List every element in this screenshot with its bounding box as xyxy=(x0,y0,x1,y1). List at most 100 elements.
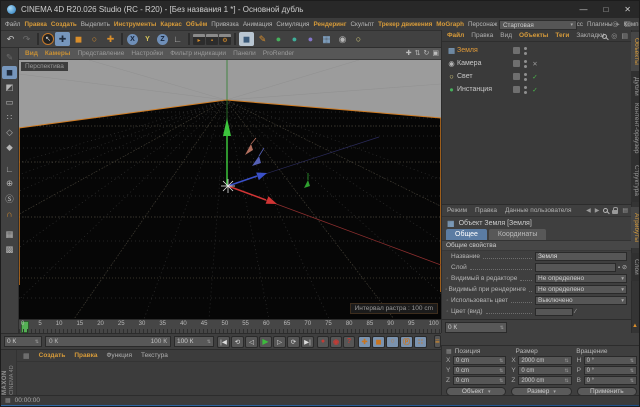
layer-field[interactable] xyxy=(535,263,616,272)
panel-resize-icon[interactable]: ▲ xyxy=(632,323,638,329)
maximize-view-icon[interactable]: ▣ xyxy=(432,49,439,57)
timeline-panel-button[interactable]: ≡ xyxy=(434,335,441,348)
enabled-badge[interactable]: ✕ xyxy=(531,60,539,68)
object-manager-menu-item[interactable]: Файл xyxy=(447,32,464,39)
generators-icon[interactable]: ● xyxy=(271,32,286,46)
vtab-objects[interactable]: Объекты xyxy=(631,32,640,71)
section-header[interactable]: Общие свойства xyxy=(442,241,631,251)
render-region-icon[interactable]: ▪ xyxy=(206,34,218,45)
materials-menu-item[interactable]: Создать xyxy=(39,352,66,359)
color-slider-icon[interactable]: ∕ xyxy=(575,309,576,315)
key-scale-toggle[interactable]: ◼ xyxy=(372,336,385,348)
history-back-icon[interactable]: ◀ xyxy=(586,207,591,214)
menu-item[interactable]: Создать xyxy=(51,21,77,28)
soft-selection-icon[interactable]: ⊕ xyxy=(2,177,17,190)
floor-tool-icon[interactable]: ▦ xyxy=(319,32,334,46)
render-view-icon[interactable]: ▸ xyxy=(193,34,205,45)
model-mode-icon[interactable]: ◼ xyxy=(2,66,17,79)
menu-item[interactable]: Персонаж xyxy=(468,21,497,28)
clear-layer-icon[interactable]: ⊘ xyxy=(622,264,627,271)
history-forward-icon[interactable]: ▶ xyxy=(595,207,600,214)
enabled-badge[interactable]: ✓ xyxy=(531,86,539,94)
visibility-dots[interactable] xyxy=(524,60,527,68)
size-field[interactable]: 2000 cm⇅ xyxy=(518,376,571,385)
key-pla-toggle[interactable]: ∷ xyxy=(414,336,427,348)
viewport-canvas[interactable] xyxy=(19,60,441,319)
name-field[interactable]: Земля xyxy=(535,252,627,261)
viewport-menu-item[interactable]: Настройки xyxy=(131,50,163,57)
layer-chip[interactable] xyxy=(513,47,520,54)
timeline-ruler[interactable]: 0510152025303540455055606570758085909510… xyxy=(19,319,441,333)
lock-z-axis-icon[interactable]: Z xyxy=(157,34,168,45)
vtab-content-browser[interactable]: Контент-браузер xyxy=(631,97,640,160)
spinner-icon[interactable]: ⇅ xyxy=(499,378,503,384)
axis-mode-icon[interactable]: ∟ xyxy=(2,162,17,175)
layout-panel-icon[interactable]: ▤ xyxy=(624,20,631,28)
points-mode-icon[interactable]: ∷ xyxy=(2,111,17,124)
record-options-button[interactable]: ? xyxy=(343,336,355,348)
panel-icon[interactable]: ▤ xyxy=(621,32,628,40)
snap-icon[interactable]: Ⓢ xyxy=(2,192,17,205)
play-cycle-button[interactable]: ⟳ xyxy=(287,336,300,348)
next-frame-button[interactable]: ▷ xyxy=(273,336,286,348)
viewport-menu-item[interactable]: Фильтр индикации xyxy=(170,50,226,57)
menu-item[interactable]: Каркас xyxy=(160,21,181,28)
modeling-pen-icon[interactable]: ✎ xyxy=(2,51,17,64)
menu-item[interactable]: Выделить xyxy=(81,21,110,28)
object-row[interactable]: ▦ Земля xyxy=(442,44,631,57)
object-name[interactable]: Инстанция xyxy=(457,86,513,93)
object-row[interactable]: ○ Свет ✓ xyxy=(442,70,631,83)
position-field[interactable]: 0 cm⇅ xyxy=(453,366,506,375)
goto-start-button[interactable]: |◀ xyxy=(217,336,230,348)
object-row[interactable]: ● Инстанция ✓ xyxy=(442,83,631,96)
zoom-view-icon[interactable]: ⇅ xyxy=(415,49,421,57)
object-manager-menu-item[interactable]: Объекты xyxy=(519,32,548,39)
last-tool-icon[interactable]: ✚ xyxy=(103,32,118,46)
search-commander-icon[interactable]: ◎ xyxy=(612,20,618,28)
primitive-cube-icon[interactable]: ◼ xyxy=(239,32,254,46)
menu-item[interactable]: Трекер движения xyxy=(378,21,432,28)
layer-chip[interactable] xyxy=(513,60,520,67)
menu-item[interactable]: Объём xyxy=(186,21,207,28)
live-selection-icon[interactable]: ↖ xyxy=(42,33,54,45)
minimize-button[interactable]: — xyxy=(579,5,587,14)
layer-chip[interactable] xyxy=(513,73,520,80)
workplane-mode-icon[interactable]: ▭ xyxy=(2,96,17,109)
lock-icon[interactable] xyxy=(612,210,618,214)
play-button[interactable]: ▶ xyxy=(259,336,272,348)
record-keyframe-button[interactable]: ● xyxy=(317,336,329,348)
anim-track-icon[interactable]: ◦ xyxy=(444,309,451,315)
layer-chip[interactable] xyxy=(513,86,520,93)
viewport-menu-item[interactable]: ProRender xyxy=(263,50,294,57)
undo-icon[interactable]: ↶ xyxy=(3,32,18,46)
rotate-view-icon[interactable]: ↻ xyxy=(424,49,430,57)
spinner-icon[interactable]: ⇅ xyxy=(564,358,568,364)
coord-system-icon[interactable]: ∟ xyxy=(170,32,185,46)
spinner-icon[interactable]: ⇅ xyxy=(35,339,39,345)
filter-icon[interactable]: ◎ xyxy=(611,32,617,40)
attribute-menu-item[interactable]: Правка xyxy=(475,207,497,214)
menu-item[interactable]: Инструменты xyxy=(114,21,157,28)
lock-y-axis-icon[interactable]: Y xyxy=(140,32,155,46)
vtab-structure[interactable]: Структура xyxy=(631,159,640,202)
menu-item[interactable]: Симуляция xyxy=(276,21,309,28)
panel-icon[interactable]: ▤ xyxy=(622,207,628,214)
range-end-field[interactable]: 100 К⇅ xyxy=(174,336,214,347)
menu-item[interactable]: Привязка xyxy=(211,21,239,28)
workplane-lock-icon[interactable]: ▩ xyxy=(2,243,17,256)
object-name[interactable]: Камера xyxy=(457,60,513,67)
object-manager-menu-item[interactable]: Теги xyxy=(555,32,569,39)
size-field[interactable]: 0 cm⇅ xyxy=(518,366,571,375)
materials-filter-icon[interactable]: ▦ xyxy=(23,352,30,360)
coordinates-panel-icon[interactable]: ▦ xyxy=(446,348,452,355)
object-name[interactable]: Свет xyxy=(457,73,513,80)
range-start-field[interactable]: 0 К⇅ xyxy=(4,336,42,347)
spinner-icon[interactable]: ⇅ xyxy=(499,368,503,374)
spinner-icon[interactable]: ⇅ xyxy=(207,339,211,345)
move-tool-icon[interactable]: ✚ xyxy=(55,32,70,46)
spinner-icon[interactable]: ⇅ xyxy=(500,325,504,331)
size-field[interactable]: 2000 cm⇅ xyxy=(518,356,571,365)
search-icon[interactable] xyxy=(602,34,607,39)
play-reverse-button[interactable]: ⟲ xyxy=(231,336,244,348)
tab-general[interactable]: Общее xyxy=(446,229,487,240)
